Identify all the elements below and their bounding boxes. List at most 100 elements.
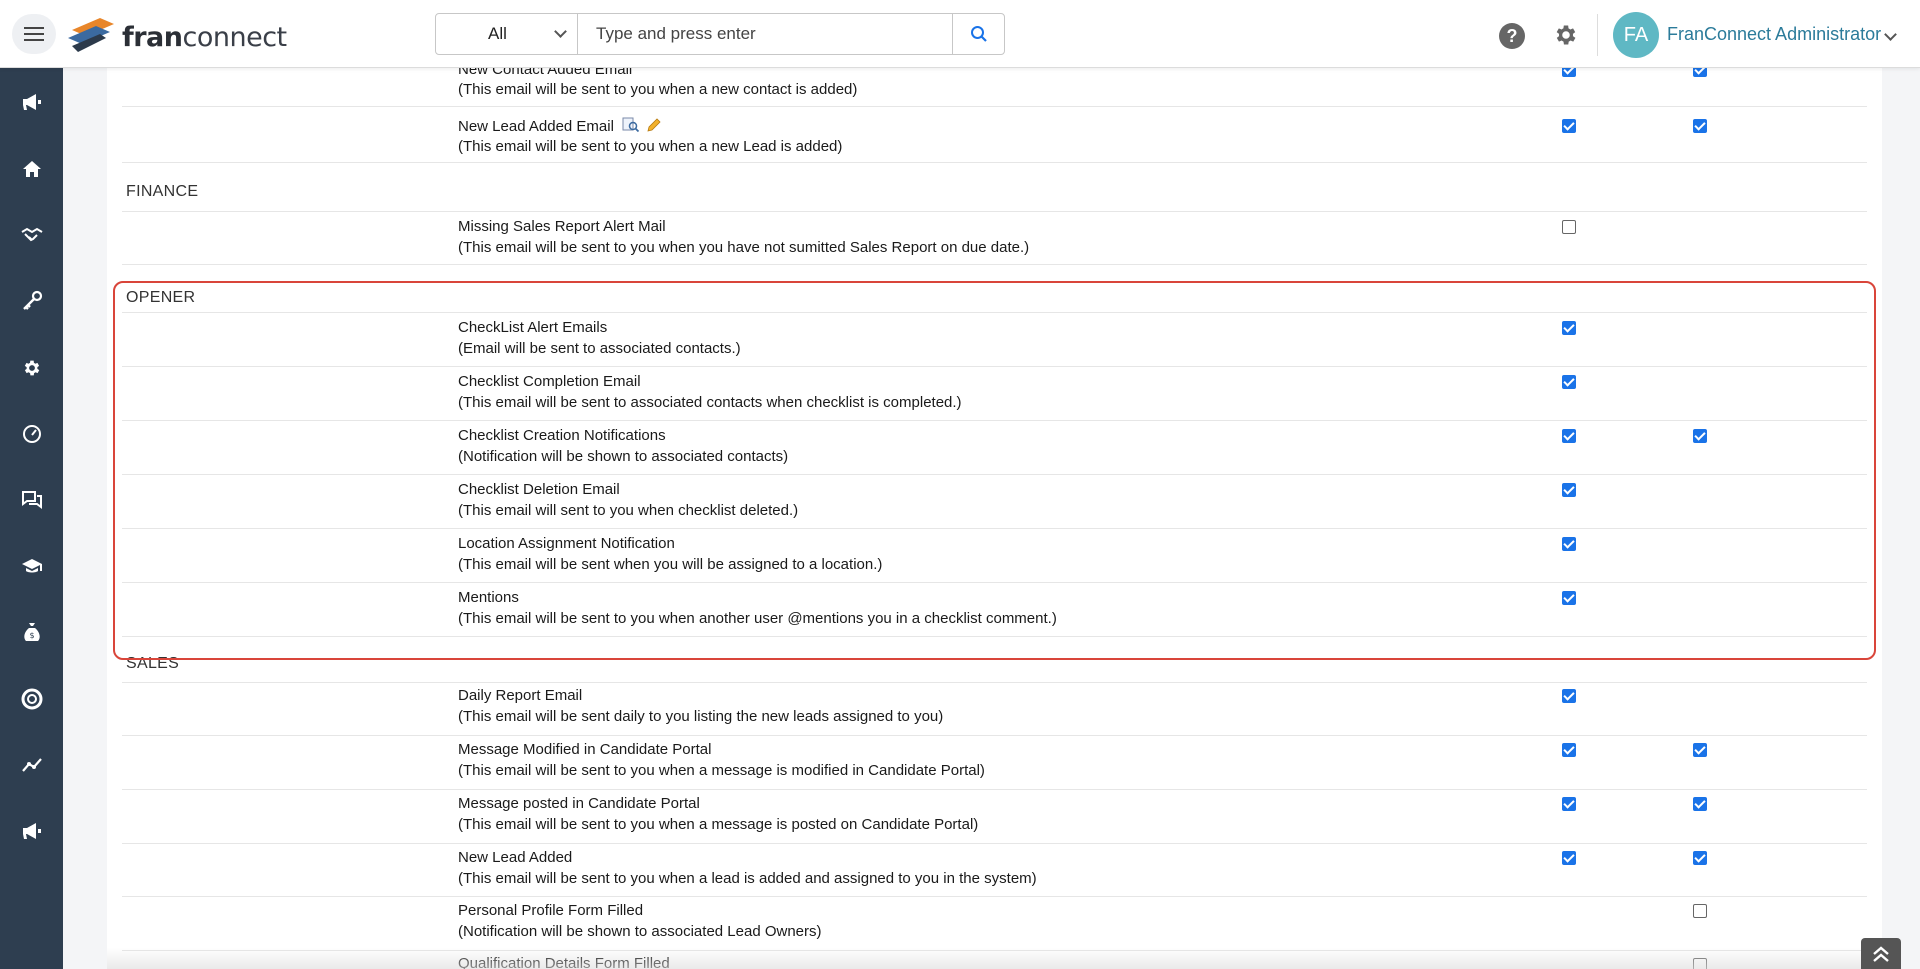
row-description: (This email will be sent when you will b…	[458, 556, 883, 573]
row-description: (This email will be sent to associated c…	[458, 394, 962, 411]
row-title: Daily Report Email	[458, 687, 583, 704]
sidebar-item-settings[interactable]	[0, 346, 63, 390]
checkbox-col1[interactable]	[1562, 68, 1576, 77]
row-description: (Notification will be shown to associate…	[458, 448, 789, 465]
checkbox-col2[interactable]	[1693, 68, 1707, 77]
table-row: Checklist Creation Notifications (Notifi…	[122, 421, 1867, 475]
row-description: (This email will sent to you when checkl…	[458, 502, 799, 519]
checkbox-col1[interactable]	[1562, 119, 1576, 133]
chat-icon	[21, 491, 42, 509]
sidebar-item-marketing[interactable]	[0, 809, 63, 853]
hamburger-icon	[24, 27, 44, 41]
double-chevron-up-icon	[1873, 945, 1889, 962]
hamburger-menu-button[interactable]	[12, 14, 56, 54]
svg-text:$: $	[29, 631, 34, 640]
row-title: Checklist Creation Notifications	[458, 427, 666, 444]
checkbox-col1[interactable]	[1562, 375, 1576, 389]
table-row: New Lead Added (This email will be sent …	[122, 844, 1867, 897]
section-header-row: FINANCE	[122, 163, 1867, 212]
section-header-row	[122, 637, 1867, 683]
checkbox-col2[interactable]	[1693, 904, 1707, 918]
sidebar-item-keys[interactable]	[0, 279, 63, 323]
edit-pencil-icon[interactable]	[646, 117, 662, 133]
checkbox-col1[interactable]	[1562, 537, 1576, 551]
top-header: franconnect All ? FA FranConnect Adminis…	[0, 0, 1920, 68]
row-title: Personal Profile Form Filled	[458, 902, 644, 919]
row-title: New Lead Added	[458, 849, 573, 866]
sidebar-item-finance[interactable]: $	[0, 610, 63, 654]
global-search: All	[435, 13, 1005, 55]
row-description: (This email will be sent daily to you li…	[458, 708, 944, 725]
row-description: (This email will be sent to you when a n…	[458, 81, 858, 98]
checkbox-col1[interactable]	[1562, 321, 1576, 335]
checkbox-col2[interactable]	[1693, 851, 1707, 865]
row-description: (Notification will be shown to associate…	[458, 923, 822, 940]
sidebar-item-support[interactable]	[0, 677, 63, 721]
checkbox-col1[interactable]	[1562, 429, 1576, 443]
checkbox-col1[interactable]	[1562, 591, 1576, 605]
sidebar-item-messages[interactable]	[0, 478, 63, 522]
checkbox-col1[interactable]	[1562, 797, 1576, 811]
megaphone-icon	[22, 94, 41, 110]
section-title-opener: OPENER	[126, 289, 196, 306]
checkbox-col1[interactable]	[1562, 689, 1576, 703]
row-title: Checklist Completion Email	[458, 373, 641, 390]
chevron-down-icon[interactable]	[1884, 28, 1897, 41]
notification-settings-panel: New Contact Added Email (This email will…	[107, 68, 1882, 969]
sidebar-item-dashboard[interactable]	[0, 412, 63, 456]
table-row: Checklist Deletion Email (This email wil…	[122, 475, 1867, 529]
row-description: (Email will be sent to associated contac…	[458, 340, 741, 357]
logo-text: franconnect	[122, 21, 287, 53]
search-scope-select[interactable]: All	[436, 14, 578, 54]
chevron-down-icon	[554, 25, 567, 38]
gear-icon	[24, 360, 39, 376]
checkbox-col1[interactable]	[1562, 220, 1576, 234]
checkbox-col1[interactable]	[1562, 483, 1576, 497]
search-button[interactable]	[952, 14, 1004, 54]
table-row: Location Assignment Notification (This e…	[122, 529, 1867, 583]
row-description: (This email will be sent to you when a m…	[458, 816, 979, 833]
row-description: (This email will be sent to you when a m…	[458, 762, 985, 779]
key-icon	[22, 290, 42, 310]
sidebar-item-partners[interactable]	[0, 213, 63, 257]
search-icon	[970, 26, 987, 42]
preview-icon[interactable]	[622, 117, 640, 133]
checkbox-col1[interactable]	[1562, 851, 1576, 865]
table-row: New Contact Added Email (This email will…	[122, 68, 1867, 107]
table-row: Personal Profile Form Filled (Notificati…	[122, 897, 1867, 951]
table-row: Missing Sales Report Alert Mail (This em…	[122, 212, 1867, 265]
section-title-finance: FINANCE	[126, 183, 199, 200]
help-icon[interactable]: ?	[1499, 23, 1525, 49]
row-title: Qualification Details Form Filled	[458, 955, 670, 969]
sidebar-item-analytics[interactable]	[0, 743, 63, 787]
left-sidebar: $	[0, 68, 63, 969]
checkbox-col2[interactable]	[1693, 429, 1707, 443]
avatar[interactable]: FA	[1613, 12, 1659, 58]
checkbox-col2[interactable]	[1693, 797, 1707, 811]
table-row: Checklist Completion Email (This email w…	[122, 367, 1867, 421]
graduation-cap-icon	[21, 559, 42, 573]
megaphone-icon	[22, 823, 41, 839]
search-input[interactable]	[578, 14, 952, 54]
user-menu-name[interactable]: FranConnect Administrator	[1667, 24, 1881, 45]
header-divider	[1597, 14, 1598, 56]
checkbox-col2[interactable]	[1693, 743, 1707, 757]
logo-mark-icon	[68, 18, 114, 52]
analytics-icon	[21, 758, 42, 772]
row-title: CheckList Alert Emails	[458, 319, 608, 336]
checkbox-col1[interactable]	[1562, 743, 1576, 757]
checkbox-col2[interactable]	[1693, 958, 1707, 969]
checkbox-col2[interactable]	[1693, 119, 1707, 133]
sidebar-item-announcements[interactable]	[0, 80, 63, 124]
row-title: Message Modified in Candidate Portal	[458, 741, 712, 758]
table-row: Message Modified in Candidate Portal (Th…	[122, 736, 1867, 790]
scroll-to-top-button[interactable]	[1861, 938, 1901, 969]
lifebuoy-icon	[21, 688, 42, 710]
franconnect-logo[interactable]: franconnect	[66, 12, 287, 62]
handshake-icon	[20, 227, 43, 242]
sidebar-item-training[interactable]	[0, 544, 63, 588]
gauge-icon	[22, 425, 41, 443]
sidebar-item-home[interactable]	[0, 147, 63, 191]
settings-gear-icon[interactable]	[1553, 22, 1579, 53]
table-row: CheckList Alert Emails (Email will be se…	[122, 313, 1867, 367]
